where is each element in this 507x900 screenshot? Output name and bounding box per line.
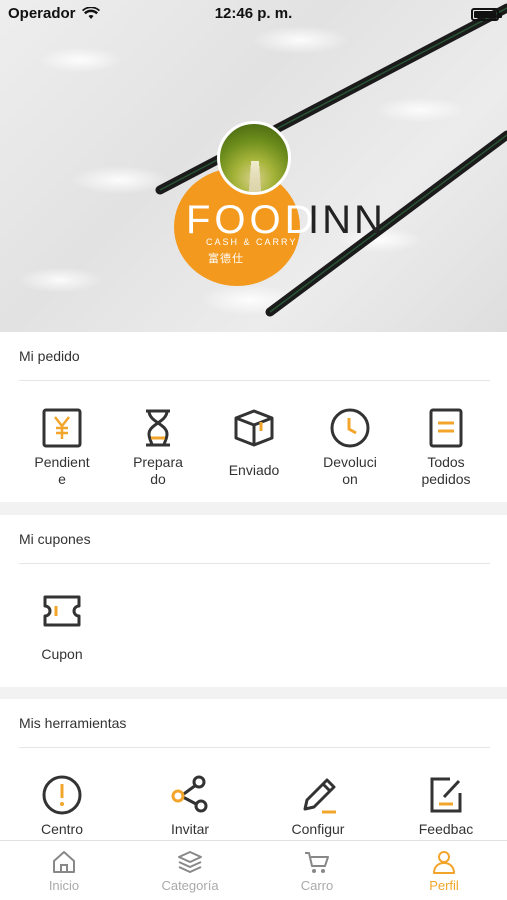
profile-header: Operador 12:46 p. m. FOOD INN CASH & CAR… (0, 0, 507, 332)
tab-categoria-label: Categoría (161, 878, 219, 893)
order-returns[interactable]: Devoluci on (310, 406, 390, 488)
orders-title: Mi pedido (19, 348, 80, 364)
status-bar: Operador 12:46 p. m. (0, 0, 507, 28)
brand-tagline: CASH & CARRY (206, 237, 298, 247)
orders-section: Mi pedido Pendient e Prepara do Enviado … (0, 332, 507, 502)
tab-inicio-label: Inicio (48, 878, 80, 893)
tab-carro[interactable]: Carro (277, 849, 357, 893)
divider (19, 380, 490, 381)
tool-center[interactable]: Centro (22, 773, 102, 838)
tab-categoria[interactable]: Categoría (150, 849, 230, 893)
tool-center-label: Centro (40, 821, 84, 837)
feedback-icon (430, 777, 462, 813)
status-time: 12:46 p. m. (214, 5, 293, 22)
box-icon (234, 409, 274, 447)
divider (19, 747, 490, 748)
tab-bar: Inicio Categoría Carro Perfil (0, 840, 507, 900)
avatar[interactable] (217, 121, 291, 195)
yen-receipt-icon (42, 408, 82, 448)
ticket-icon (43, 595, 81, 627)
tool-feedback-label: Feedbac (418, 821, 474, 837)
person-icon (433, 851, 455, 874)
order-shipped-label: Enviado (228, 462, 280, 478)
pencil-icon (303, 778, 336, 814)
order-shipped[interactable]: Enviado (214, 406, 294, 479)
divider (19, 563, 490, 564)
share-icon (171, 775, 208, 813)
coupon-item[interactable]: Cupon (22, 593, 102, 663)
home-icon (53, 851, 75, 873)
tab-perfil[interactable]: Perfil (404, 849, 484, 893)
tab-perfil-label: Perfil (429, 878, 459, 893)
coupons-section: Mi cupones Cupon (0, 515, 507, 687)
battery-icon (471, 8, 502, 21)
order-all[interactable]: Todos pedidos (406, 406, 486, 488)
tool-invite[interactable]: Invitar (150, 773, 230, 838)
brand-name-right: INN (308, 198, 386, 242)
order-prepared[interactable]: Prepara do (118, 406, 198, 488)
tools-section: Mis herramientas Centro Invitar Configur (0, 699, 507, 840)
tool-feedback[interactable]: Feedbac (406, 773, 486, 838)
tab-inicio[interactable]: Inicio (24, 849, 104, 893)
brand-chinese: 富德仕 (208, 253, 244, 265)
clock-icon (330, 408, 370, 448)
order-pending-label: Pendient e (34, 454, 90, 487)
hourglass-icon (146, 409, 170, 447)
tab-carro-label: Carro (300, 878, 334, 893)
document-icon (429, 408, 463, 448)
order-returns-label: Devoluci on (323, 454, 377, 487)
cart-icon (305, 852, 329, 873)
tool-invite-label: Invitar (170, 821, 210, 837)
tools-title: Mis herramientas (19, 715, 127, 731)
tool-settings[interactable]: Configur (278, 773, 358, 838)
order-pending[interactable]: Pendient e (22, 406, 102, 488)
tool-settings-label: Configur (291, 821, 345, 837)
alert-icon (42, 775, 82, 815)
order-all-label: Todos pedidos (421, 454, 471, 487)
layers-icon (178, 851, 202, 873)
coupons-title: Mi cupones (19, 531, 91, 547)
order-prepared-label: Prepara do (133, 454, 183, 487)
coupon-label: Cupon (41, 646, 83, 662)
